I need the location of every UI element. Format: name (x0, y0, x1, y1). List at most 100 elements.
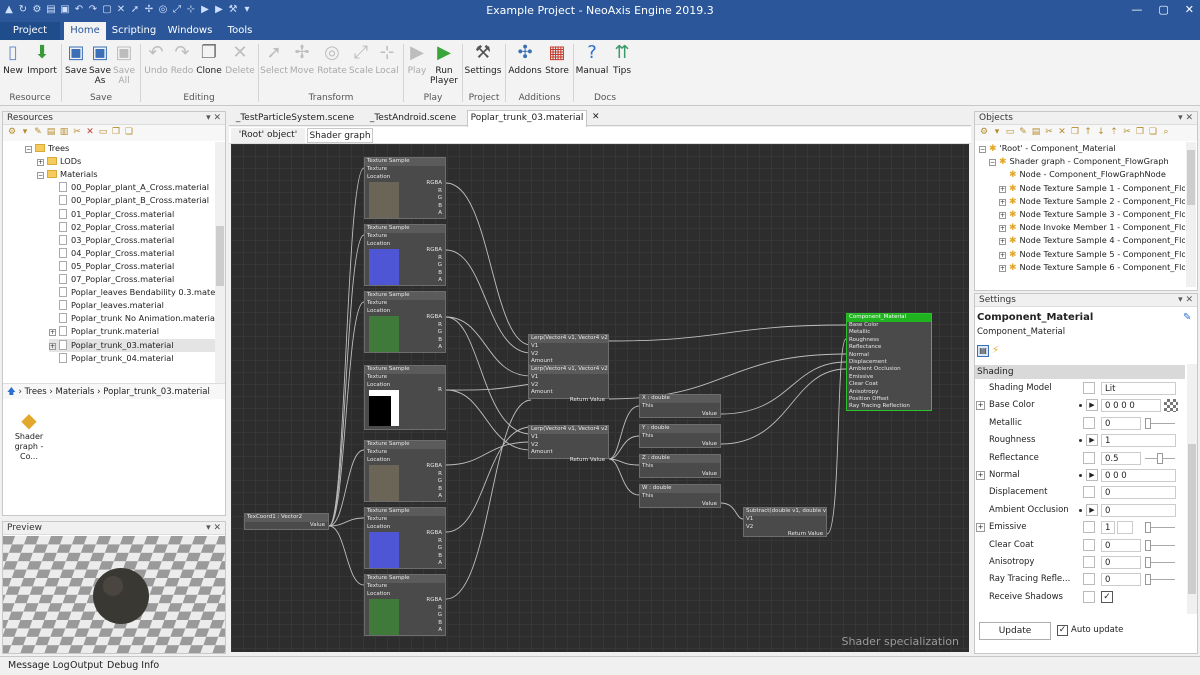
texture-sample-node[interactable]: Texture Sample Texture Location R (364, 365, 446, 430)
reference-box[interactable] (1083, 486, 1095, 499)
reference-box[interactable] (1083, 556, 1095, 568)
save-button[interactable]: ▣ Save (64, 42, 88, 76)
reference-arrow-icon[interactable]: ▶ (1086, 434, 1098, 447)
open-folder-icon[interactable]: ▥ (59, 127, 69, 137)
texture-sample-node[interactable]: Texture Sample Texture Location RGBA R G B A (364, 440, 446, 502)
lerp-node[interactable]: Lerp(Vector4 v1, Vector4 v2, doV1V2Amoun… (528, 334, 609, 372)
panel-pin-close-icon[interactable]: ▾ ✕ (206, 522, 221, 535)
up-arrow-icon[interactable]: 🡅 (7, 387, 16, 397)
reference-box[interactable] (1083, 590, 1095, 603)
texture-sample-node[interactable]: Texture Sample Texture Location RGBA R G B A (364, 507, 446, 569)
delete-icon[interactable]: ✕ (85, 127, 95, 137)
object-tree-item[interactable]: + ✱ Node Invoke Member 1 - Component_FlowG (999, 221, 1185, 234)
expand-property-icon[interactable]: + (976, 523, 985, 533)
panel-pin-close-icon[interactable]: ▾ ✕ (1178, 294, 1193, 307)
tab-output[interactable]: Output (70, 660, 103, 671)
expander-icon[interactable]: − (979, 146, 986, 153)
resource-tree-item[interactable]: + Poplar_trunk.material (49, 325, 215, 338)
resource-tree-item[interactable]: 00_Poplar_plant_A_Cross.material (49, 181, 215, 194)
tab-windows[interactable]: Windows (166, 22, 214, 40)
texture-sample-node[interactable]: Texture Sample Texture Location RGBA R G B A (364, 157, 446, 219)
subtract-node[interactable]: Subtract(double v1, double v2) V1 V2 Return… (743, 507, 827, 537)
texture-sample-node[interactable]: Texture Sample Texture Location RGBA R G B A (364, 291, 446, 353)
property-value[interactable]: 0.5 (1101, 451, 1141, 465)
preview-viewport[interactable] (3, 536, 225, 653)
scale-button[interactable]: ⤢ Scale (348, 42, 374, 76)
properties-icon[interactable]: ▤ (977, 345, 989, 357)
property-value[interactable]: 1 (1101, 521, 1115, 535)
expander-icon[interactable]: + (999, 251, 1006, 259)
resource-tree-item[interactable]: 03_Poplar_Cross.material (49, 234, 215, 247)
property-value[interactable]: 0 0 0 (1101, 469, 1176, 482)
settings-icon[interactable]: ⚙ (979, 127, 989, 137)
object-tree-item[interactable]: ✱ Node - Component_FlowGraphNode (999, 168, 1166, 181)
expander-icon[interactable]: + (999, 185, 1006, 193)
slider-thumb[interactable] (1145, 574, 1151, 586)
object-tree-item[interactable]: − ✱ 'Root' - Component_Material (979, 142, 1116, 155)
expander-icon[interactable]: + (999, 198, 1006, 206)
expander-icon[interactable]: + (37, 159, 44, 167)
update-button[interactable]: Update (979, 622, 1051, 640)
property-value[interactable]: 0 (1101, 503, 1176, 517)
play-button[interactable]: ▶ Play (405, 42, 429, 76)
object-tree-item[interactable]: + ✱ Node Texture Sample 6 - Component_Flow… (999, 261, 1185, 274)
resource-tree-item[interactable]: 00_Poplar_plant_B_Cross.material (49, 194, 215, 207)
slider-thumb[interactable] (1157, 452, 1163, 464)
tab-debug-info[interactable]: Debug Info (107, 660, 159, 671)
cut2-icon[interactable]: ✂ (1122, 127, 1132, 137)
member-node[interactable]: Y : double This Value (639, 424, 721, 448)
new-button[interactable]: ▯ New (2, 42, 24, 76)
slider-thumb[interactable] (1145, 557, 1151, 568)
add-icon[interactable]: ▭ (1005, 127, 1015, 137)
up-icon[interactable]: ↑ (1083, 127, 1093, 137)
property-row[interactable]: Clear Coat 0 (975, 537, 1185, 554)
tab-poplar-trunk-03[interactable]: Poplar_trunk_03.material (467, 110, 587, 127)
edit-icon[interactable]: ✎ (1183, 312, 1191, 323)
object-tree-item[interactable]: + ✱ Node Texture Sample 3 - Component_Flow… (999, 208, 1185, 221)
store-button[interactable]: ▦ Store (543, 42, 571, 76)
color-swatch[interactable] (1164, 399, 1178, 413)
breadcrumb-trees[interactable]: Trees (25, 387, 47, 397)
manual-button[interactable]: ? Manual (575, 42, 609, 76)
component-material-node[interactable]: Component_Material Base Color Metallic Roug… (846, 313, 932, 411)
filter-icon[interactable]: ▾ (992, 127, 1002, 137)
property-row[interactable]: Receive Shadows ✓ (975, 589, 1185, 606)
reference-arrow-icon[interactable]: ▶ (1086, 503, 1098, 516)
property-row[interactable]: Shading Model▾Lit (975, 380, 1185, 397)
property-row[interactable]: + Base Color ▶ 0 0 0 0 (975, 397, 1185, 414)
folder-icon[interactable]: ▤ (1031, 127, 1041, 137)
member-node[interactable]: X : double This Value (639, 394, 721, 418)
reference-arrow-icon[interactable]: ▶ (1086, 469, 1098, 481)
breadcrumb-materials[interactable]: Materials (56, 387, 95, 397)
member-node[interactable]: Z : double This Value (639, 454, 721, 478)
expander-icon[interactable]: + (999, 225, 1006, 233)
reference-box[interactable] (1083, 521, 1095, 534)
run-player-button[interactable]: ▶ Run Player (429, 42, 459, 86)
expander-icon[interactable]: + (49, 329, 56, 337)
expand-property-icon[interactable]: + (976, 401, 985, 411)
resource-tree-item[interactable]: − Trees (25, 142, 215, 155)
expander-icon[interactable]: − (25, 146, 32, 153)
copy2-icon[interactable]: ❐ (1135, 127, 1145, 137)
tab-shader-graph[interactable]: Shader graph (307, 128, 373, 143)
paste-icon[interactable]: ❏ (124, 127, 134, 137)
copy-icon[interactable]: ❐ (111, 127, 121, 137)
auto-update-checkbox[interactable]: ✓ (1057, 625, 1068, 636)
tab-project[interactable]: Project (0, 22, 60, 40)
expander-icon[interactable]: + (999, 212, 1006, 219)
expander-icon[interactable]: + (999, 238, 1006, 246)
object-tree-item[interactable]: + ✱ Node Texture Sample 5 - Component_Flow… (999, 248, 1185, 261)
property-row[interactable]: Displacement 0 (975, 484, 1185, 501)
paste-icon[interactable]: ❏ (1148, 127, 1158, 137)
close-icon[interactable]: ✕ (1185, 3, 1194, 16)
reference-arrow-icon[interactable]: ▶ (1086, 399, 1098, 412)
tips-button[interactable]: ⇈ Tips (609, 42, 635, 76)
property-value[interactable]: 1 (1101, 434, 1176, 448)
save-all-button[interactable]: ▣ Save All (112, 42, 136, 86)
reference-box[interactable] (1083, 573, 1095, 586)
property-row[interactable]: Roughness ▶ 1 (975, 432, 1185, 449)
reference-box[interactable] (1083, 382, 1095, 394)
new-folder-icon[interactable]: ▤ (46, 127, 56, 137)
shader-graph-canvas[interactable]: Texture Sample Texture Location RGBA R G B A Tex… (231, 144, 969, 652)
resource-tree-item[interactable]: 01_Poplar_Cross.material (49, 208, 215, 221)
